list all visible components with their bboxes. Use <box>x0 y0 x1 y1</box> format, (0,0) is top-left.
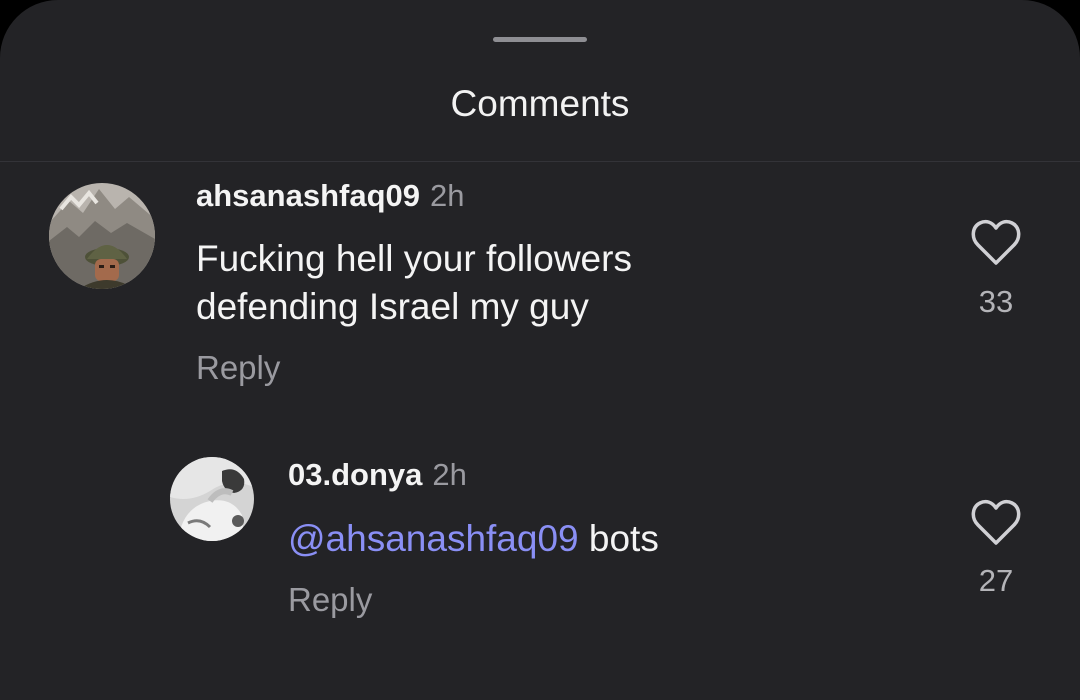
like-button[interactable] <box>966 218 1026 274</box>
drag-handle[interactable] <box>493 37 587 42</box>
comments-sheet: Comments ahsanashfaq09 2h Fucking hell yo… <box>0 0 1080 700</box>
header-divider <box>0 161 1080 162</box>
heart-icon <box>971 499 1021 545</box>
heart-icon <box>971 219 1021 265</box>
comment-body: bots <box>578 518 659 559</box>
comment-text-line-1: Fucking hell your followers <box>196 238 632 279</box>
comment-header: ahsanashfaq09 2h <box>196 176 464 222</box>
soldier-avatar-icon <box>49 183 155 289</box>
like-count: 33 <box>978 284 1014 319</box>
username[interactable]: 03.donya <box>288 457 422 492</box>
timestamp: 2h <box>432 457 467 492</box>
avatar[interactable] <box>170 457 254 541</box>
person-avatar-icon <box>170 457 254 541</box>
sheet-title: Comments <box>450 83 630 124</box>
reply-button[interactable]: Reply <box>288 580 372 620</box>
like-count: 27 <box>978 563 1014 598</box>
reply-button[interactable]: Reply <box>196 348 280 388</box>
like-button[interactable] <box>966 498 1026 554</box>
username[interactable]: ahsanashfaq09 <box>196 178 420 213</box>
timestamp: 2h <box>430 178 465 213</box>
mention-link[interactable]: @ahsanashfaq09 <box>288 518 579 559</box>
comment-text: @ahsanashfaq09 bots <box>288 516 659 562</box>
comment-text-line-2: defending Israel my guy <box>196 286 589 327</box>
avatar[interactable] <box>49 183 155 289</box>
comment-header: 03.donya 2h <box>288 455 467 501</box>
